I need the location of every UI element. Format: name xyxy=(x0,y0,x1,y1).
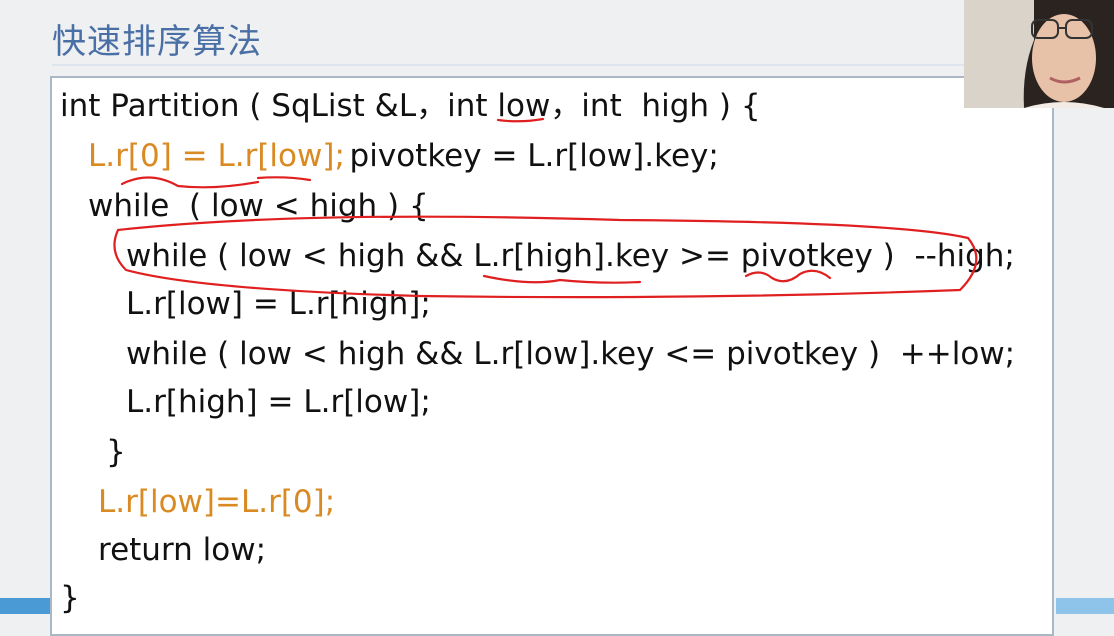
code-line-5: L.r[low] = L.r[high]; xyxy=(126,286,431,322)
taskbar-edge-left xyxy=(0,598,50,614)
code-line-2b: pivotkey = L.r[low].key; xyxy=(320,138,719,174)
code-line-10: return low; xyxy=(98,532,267,568)
code-line-6: while ( low < high && L.r[low].key <= pi… xyxy=(126,336,1016,372)
code-line-11: } xyxy=(60,580,80,616)
code-line-2a: L.r[0] = L.r[low]; xyxy=(88,138,345,174)
code-line-7: L.r[high] = L.r[low]; xyxy=(126,384,431,420)
presenter-webcam xyxy=(964,0,1114,108)
code-line-3: while ( low < high ) { xyxy=(88,188,429,224)
code-line-8: } xyxy=(106,434,126,470)
slide-title: 快速排序算法 xyxy=(52,22,262,62)
code-line-9: L.r[low]=L.r[0]; xyxy=(98,484,336,520)
code-line-1: int Partition ( SqList &L，int low，int hi… xyxy=(60,88,761,124)
taskbar-edge-right xyxy=(1056,598,1114,614)
title-divider xyxy=(52,64,1052,66)
code-line-4: while ( low < high && L.r[high].key >= p… xyxy=(126,238,1015,274)
presenter-video-icon xyxy=(964,0,1114,108)
